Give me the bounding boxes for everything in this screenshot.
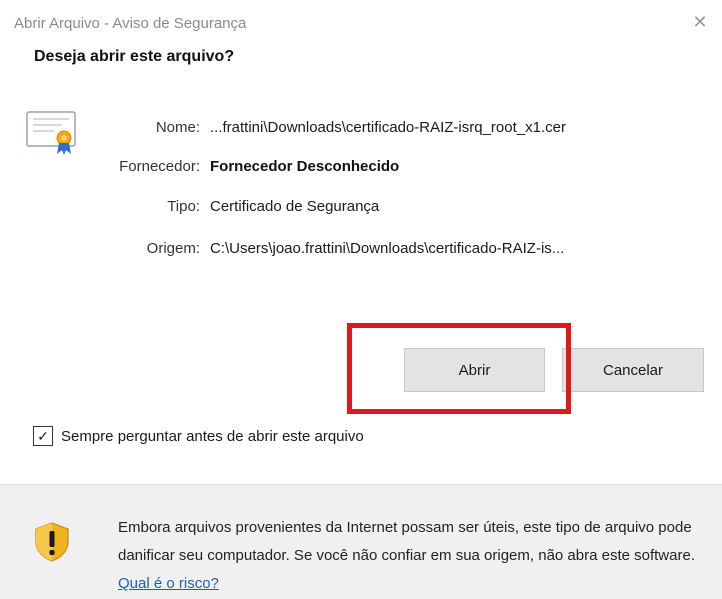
dialog-content — [0, 44, 722, 484]
origin-value: C:\Users\joao.frattini\Downloads\certifi… — [210, 240, 565, 257]
section-divider — [0, 484, 722, 485]
close-icon[interactable]: ✕ — [692, 12, 707, 33]
cancel-button[interactable]: Cancelar — [562, 348, 704, 392]
origin-label: Origem: — [146, 240, 200, 257]
vendor-value: Fornecedor Desconhecido — [210, 158, 400, 175]
shield-warning-icon — [35, 522, 69, 562]
risk-link[interactable]: Qual é o risco? — [118, 575, 219, 592]
type-label: Tipo: — [167, 198, 200, 215]
red-highlight-box — [347, 323, 571, 414]
window-title: Abrir Arquivo - Aviso de Segurança — [14, 15, 247, 32]
type-row: Tipo: Certificado de Segurança — [104, 198, 379, 215]
vendor-label: Fornecedor: — [119, 158, 200, 175]
dialog-question: Deseja abrir este arquivo? — [34, 48, 235, 65]
type-value: Certificado de Segurança — [210, 198, 380, 215]
title-bar: Abrir Arquivo - Aviso de Segurança ✕ — [0, 0, 722, 44]
file-name-row: Nome: ...frattini\Downloads\certificado-R… — [104, 119, 566, 136]
origin-row: Origem: C:\Users\joao.frattini\Downloads\… — [104, 240, 565, 257]
warning-message: Embora arquivos provenientes da Internet… — [118, 514, 716, 598]
warning-text: Embora arquivos provenientes da Internet… — [118, 519, 695, 564]
certificate-icon — [26, 111, 76, 155]
checkmark-icon: ✓ — [37, 428, 49, 444]
always-ask-option[interactable]: ✓ Sempre perguntar antes de abrir este a… — [33, 426, 364, 446]
close-button[interactable]: ✕ — [678, 0, 722, 44]
always-ask-label[interactable]: Sempre perguntar antes de abrir este arq… — [61, 428, 364, 445]
vendor-row: Fornecedor: Fornecedor Desconhecido — [104, 158, 399, 175]
always-ask-checkbox[interactable]: ✓ — [33, 426, 53, 446]
file-name-label: Nome: — [155, 119, 200, 136]
file-name-value: ...frattini\Downloads\certificado-RAIZ-i… — [210, 119, 566, 136]
